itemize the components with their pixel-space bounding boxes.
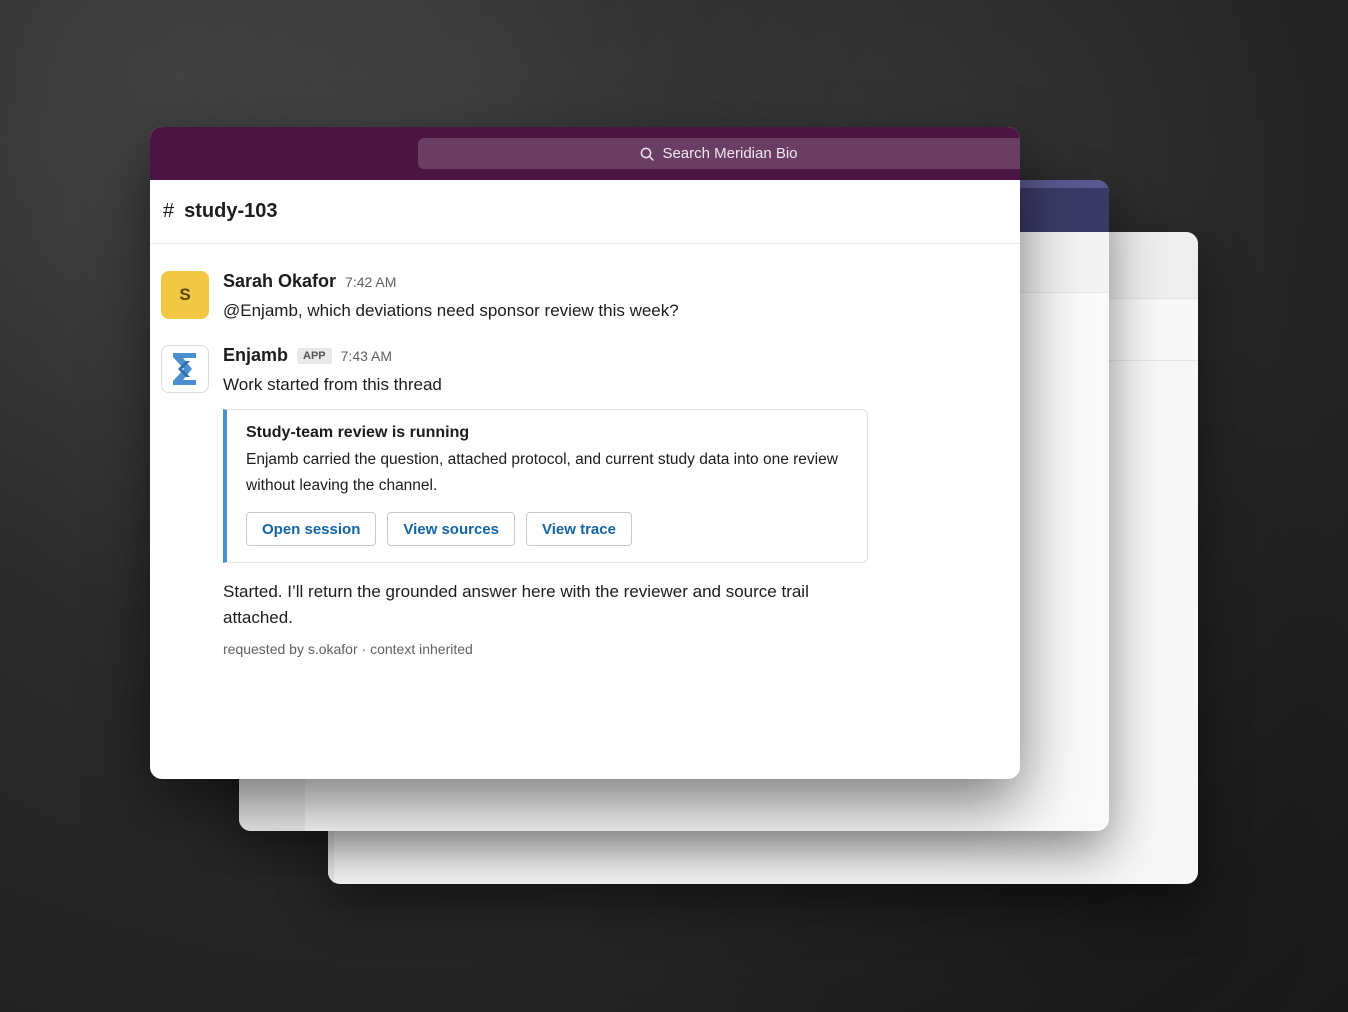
status-card: Study-team review is running Enjamb carr…	[223, 409, 868, 563]
app-badge: APP	[297, 348, 332, 364]
search-bar[interactable]: Search Meridian Bio	[418, 138, 1020, 169]
card-title: Study-team review is running	[246, 424, 470, 441]
message-time[interactable]: 7:43 AM	[341, 348, 392, 364]
message-text: Work started from this thread	[223, 375, 442, 394]
chat-window: Search Meridian Bio # study-103 S Sarah …	[150, 127, 1020, 779]
author-name[interactable]: Sarah Okafor	[223, 271, 336, 292]
search-icon	[641, 147, 655, 161]
followup-text: Started. I’ll return the grounded answer…	[223, 582, 809, 627]
message-text: @Enjamb, which deviations need sponsor r…	[223, 301, 679, 320]
channel-name[interactable]: study-103	[184, 200, 277, 223]
app-avatar[interactable]	[161, 345, 209, 393]
message-footnote: requested by s.okafor · context inherite…	[223, 641, 473, 657]
enjamb-logo-icon	[173, 353, 196, 385]
view-trace-button[interactable]: View trace	[526, 512, 632, 546]
open-session-button[interactable]: Open session	[246, 512, 377, 546]
search-label: Search Meridian Bio	[662, 145, 798, 162]
title-bar: Search Meridian Bio	[150, 127, 1020, 180]
avatar[interactable]: S	[161, 271, 209, 319]
card-actions: Open session View sources View trace	[246, 512, 867, 546]
channel-header: # study-103	[150, 180, 1020, 244]
card-description: Enjamb carried the question, attached pr…	[246, 451, 838, 494]
view-sources-button[interactable]: View sources	[387, 512, 515, 546]
author-name[interactable]: Enjamb	[223, 345, 288, 366]
message-time[interactable]: 7:42 AM	[345, 274, 396, 290]
channel-hash-icon: #	[163, 200, 175, 222]
